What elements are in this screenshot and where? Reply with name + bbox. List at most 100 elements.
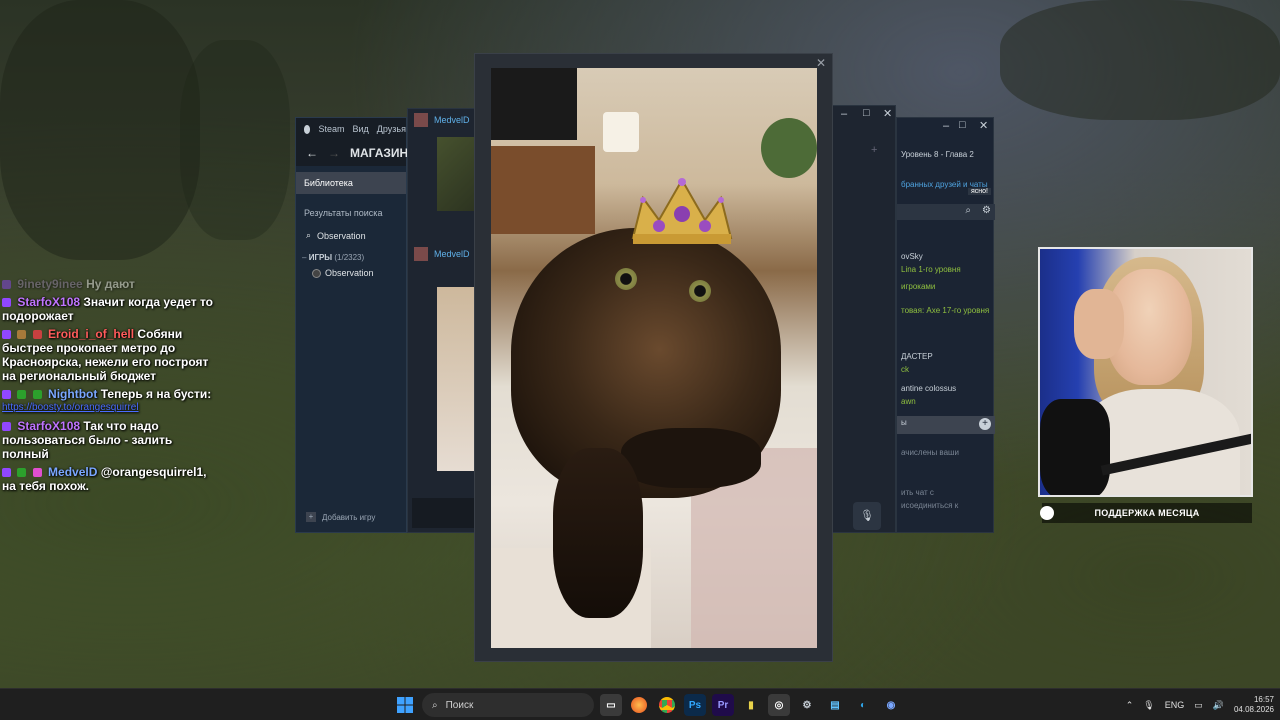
forward-arrow-icon[interactable]: → <box>328 146 340 160</box>
add-game-button[interactable]: + Добавить игру <box>306 512 375 522</box>
library-search[interactable]: ⌕ Observation <box>296 222 406 249</box>
photo-tv <box>491 68 577 140</box>
photoshop-icon[interactable]: Ps <box>684 694 706 716</box>
minimize-icon[interactable]: – <box>943 120 949 132</box>
chat-text: Теперь я на бусти: <box>100 387 212 401</box>
photo-lamp <box>603 112 639 152</box>
system-tray: ⌃ 🎙 ENG ▭ 🔊 16:57 04.08.2026 <box>1126 689 1274 720</box>
add-icon[interactable]: + <box>979 418 991 430</box>
menu-view[interactable]: Вид <box>353 124 369 134</box>
chat-message-header: MedvelD <box>408 243 476 265</box>
close-icon[interactable]: ✕ <box>816 56 826 70</box>
chat-message: StarfoX108 Значит когда уедет то подорож… <box>2 295 217 323</box>
chat-username: Eroid_i_of_hell <box>48 327 135 341</box>
group-chat-row[interactable]: ы + <box>897 416 995 434</box>
photo-cat-eye <box>615 268 637 290</box>
chat-image-thumbnail[interactable] <box>437 137 477 211</box>
search-placeholder: Поиск <box>445 699 474 711</box>
back-arrow-icon[interactable]: ← <box>306 146 318 160</box>
maximize-icon[interactable]: □ <box>959 119 966 131</box>
webcam-feed <box>1038 247 1253 497</box>
taskbar-search[interactable]: ⌕ Поиск <box>422 693 594 717</box>
friends-search-bar[interactable]: ⌕ ⚙ <box>897 204 995 220</box>
chat-input[interactable] <box>412 498 474 528</box>
chat-message: StarfoX108 Так что надо пользоваться был… <box>2 419 217 461</box>
chat-user: MedvelD <box>434 249 470 259</box>
photo-shelf <box>491 146 595 234</box>
microphone-icon[interactable]: 🎙 <box>1143 700 1154 711</box>
chat-message: Eroid_i_of_hell Собяни быстрее прокопает… <box>2 327 217 383</box>
add-friend-icon[interactable]: + <box>871 144 877 156</box>
photo-cat-paw <box>553 448 643 618</box>
avatar <box>414 247 428 261</box>
cat-photo <box>491 68 817 648</box>
friend-name[interactable]: antine colossus <box>897 382 995 395</box>
friend-name[interactable]: ДАСТЕР <box>897 350 995 363</box>
friend-status: товая: Axe 17-го уровня <box>901 306 990 315</box>
friends-list-window[interactable]: – □ ✕ Уровень 8 - Глава 2 бранных друзей… <box>896 117 995 533</box>
chat-image-thumbnail[interactable] <box>437 287 477 471</box>
windows-start-icon[interactable] <box>394 694 416 716</box>
chat-message: Nightbot Теперь я на бусти: https://boos… <box>2 387 217 415</box>
background-tree <box>0 0 200 260</box>
network-icon[interactable]: ▭ <box>1194 700 1203 711</box>
verified-badge-icon <box>17 468 27 477</box>
chrome-icon[interactable] <box>656 694 678 716</box>
search-icon: ⌕ <box>965 205 971 216</box>
vip-badge-icon <box>32 468 42 477</box>
volume-icon[interactable]: 🔊 <box>1213 700 1224 711</box>
steam-chat-window[interactable]: MedvelD MedvelD <box>407 108 477 533</box>
search-input[interactable]: Observation <box>317 231 366 241</box>
menu-steam[interactable]: Steam <box>318 124 344 134</box>
support-label: ПОДДЕРЖКА МЕСЯЦА <box>1094 508 1200 518</box>
game-title: Observation <box>325 268 374 278</box>
chat-window-right[interactable]: – □ ✕ + 🎙 <box>832 105 896 533</box>
friend-status: Уровень 8 - Глава 2 <box>901 150 974 159</box>
image-viewer[interactable]: ✕ <box>474 53 833 662</box>
menu-friends[interactable]: Друзья <box>377 124 406 134</box>
task-view-icon[interactable]: ▭ <box>600 694 622 716</box>
language-indicator[interactable]: ENG <box>1165 700 1185 710</box>
taskbar-apps: ⌕ Поиск ▭ Ps Pr ▮ ◎ ⚙ ▤ ◐ ◉ <box>394 689 902 720</box>
obs-icon[interactable]: ◎ <box>768 694 790 716</box>
friend-status: игроками <box>901 282 936 291</box>
library-button[interactable]: Библиотека <box>296 172 406 194</box>
library-game-item[interactable]: Observation <box>296 266 406 280</box>
progress-dot <box>1040 506 1054 520</box>
chat-link[interactable]: https://boosty.to/orangesquirrel <box>2 401 217 415</box>
chat-text: Ну дают <box>86 277 135 291</box>
background-tree <box>1000 0 1280 120</box>
chat-header[interactable]: MedvelD <box>408 109 476 131</box>
chat-app-icon[interactable]: ▤ <box>824 694 846 716</box>
store-tab[interactable]: МАГАЗИН <box>350 146 408 160</box>
premiere-icon[interactable]: Pr <box>712 694 734 716</box>
app-icon[interactable]: ▮ <box>740 694 762 716</box>
settings-icon[interactable]: ⚙ <box>982 205 991 216</box>
discord-icon[interactable]: ◉ <box>880 694 902 716</box>
steam-icon[interactable]: ⚙ <box>796 694 818 716</box>
verified-badge-icon <box>17 390 27 399</box>
photo-cat-paw <box>621 428 761 488</box>
notice-text: ачислены ваши <box>901 448 959 457</box>
close-icon[interactable]: ✕ <box>883 107 892 120</box>
maximize-icon[interactable]: □ <box>863 107 870 119</box>
close-icon[interactable]: ✕ <box>979 119 988 132</box>
friend-status: Lina 1-го уровня <box>901 265 961 274</box>
voice-button[interactable]: 🎙 <box>853 502 881 530</box>
subscriber-badge-icon <box>2 390 11 399</box>
crown-icon <box>631 177 733 244</box>
edge-icon[interactable]: ◐ <box>852 694 874 716</box>
plus-icon: + <box>306 512 316 522</box>
photo-plant <box>761 118 817 178</box>
clock[interactable]: 16:57 04.08.2026 <box>1234 695 1274 715</box>
firefox-icon[interactable] <box>628 694 650 716</box>
steam-window[interactable]: Steam Вид Друзья ← → МАГАЗИН Библиотека … <box>295 117 408 533</box>
photo-cat-eye <box>689 280 711 302</box>
minimize-icon[interactable]: – <box>841 108 847 120</box>
ok-button[interactable]: ясно! <box>968 188 991 195</box>
games-category[interactable]: – ИГРЫ (1/2323) <box>296 249 406 266</box>
friend-name[interactable]: ovSky <box>897 250 995 263</box>
emote-badge-icon <box>17 330 27 339</box>
friend-status: awn <box>901 397 916 406</box>
chevron-up-icon[interactable]: ⌃ <box>1126 700 1134 711</box>
